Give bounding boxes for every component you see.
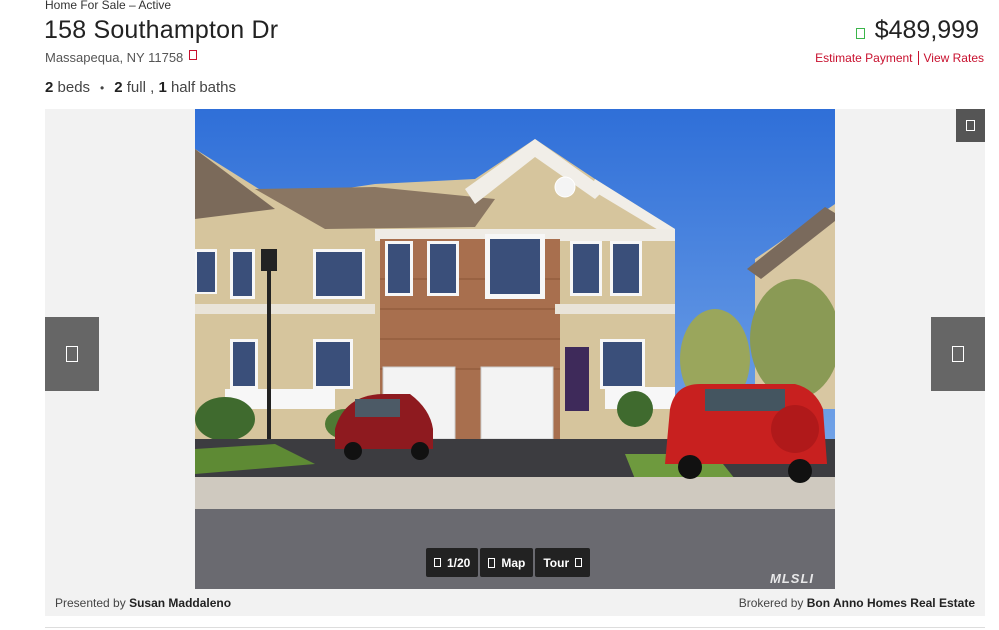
listing-address: 158 Southampton Dr: [44, 16, 279, 44]
house-photo-illustration: [195, 109, 835, 589]
city-state-zip: Massapequa, NY 11758: [45, 50, 184, 65]
tour-icon: [575, 558, 583, 567]
expand-icon: [966, 120, 975, 131]
brokered-by: Brokered by Bon Anno Homes Real Estate: [739, 596, 975, 610]
gallery-footer: Presented by Susan Maddaleno Brokered by…: [45, 589, 985, 616]
brokered-by-prefix: Brokered by: [738, 595, 804, 610]
listing-status: Home For Sale – Active: [45, 0, 172, 12]
beds-label: beds: [57, 79, 91, 96]
price-block: $489,999: [855, 16, 979, 45]
map-icon: [488, 557, 496, 568]
agent-name[interactable]: Susan Maddaleno: [129, 596, 231, 610]
tour-button[interactable]: Tour: [535, 548, 591, 577]
tour-label: Tour: [543, 555, 570, 570]
half-baths-label: half baths: [170, 79, 237, 96]
price-tag-icon: [855, 28, 865, 39]
full-baths-count: 2: [114, 79, 123, 96]
separator-dot: •: [100, 80, 105, 95]
photo-gallery: 1/20 Map Tour MLSLI Presented by Susan M…: [45, 109, 985, 616]
fullscreen-button[interactable]: [956, 109, 985, 142]
city-line: Massapequa, NY 11758: [45, 49, 198, 65]
photo-counter-button[interactable]: 1/20: [426, 548, 479, 577]
estimate-payment-link[interactable]: Estimate Payment: [815, 51, 912, 65]
price-links: Estimate Payment View Rates: [815, 51, 984, 65]
next-photo-button[interactable]: [931, 317, 985, 391]
map-label: Map: [501, 555, 526, 570]
presented-by-prefix: Presented by: [55, 595, 126, 610]
photo-counter: 1/20: [447, 555, 471, 570]
listing-facts: 2 beds • 2 full , 1 half baths: [45, 79, 236, 96]
divider: [45, 627, 985, 628]
listing-price: $489,999: [874, 16, 979, 44]
beds-count: 2: [45, 79, 54, 96]
link-divider: [917, 51, 919, 65]
half-baths-count: 1: [158, 79, 167, 96]
camera-icon: [434, 558, 441, 567]
view-rates-link[interactable]: View Rates: [924, 51, 984, 65]
full-baths-label: full ,: [126, 79, 155, 96]
previous-photo-button[interactable]: [45, 317, 99, 391]
listing-photo[interactable]: [195, 109, 835, 589]
map-button[interactable]: Map: [480, 548, 534, 577]
map-pin-icon[interactable]: [189, 49, 198, 60]
photo-controls: 1/20 Map Tour: [426, 548, 591, 577]
mls-watermark: MLSLI: [770, 571, 814, 586]
presented-by: Presented by Susan Maddaleno: [55, 596, 231, 610]
broker-name[interactable]: Bon Anno Homes Real Estate: [807, 596, 975, 610]
chevron-left-icon: [66, 346, 78, 362]
chevron-right-icon: [952, 346, 964, 362]
